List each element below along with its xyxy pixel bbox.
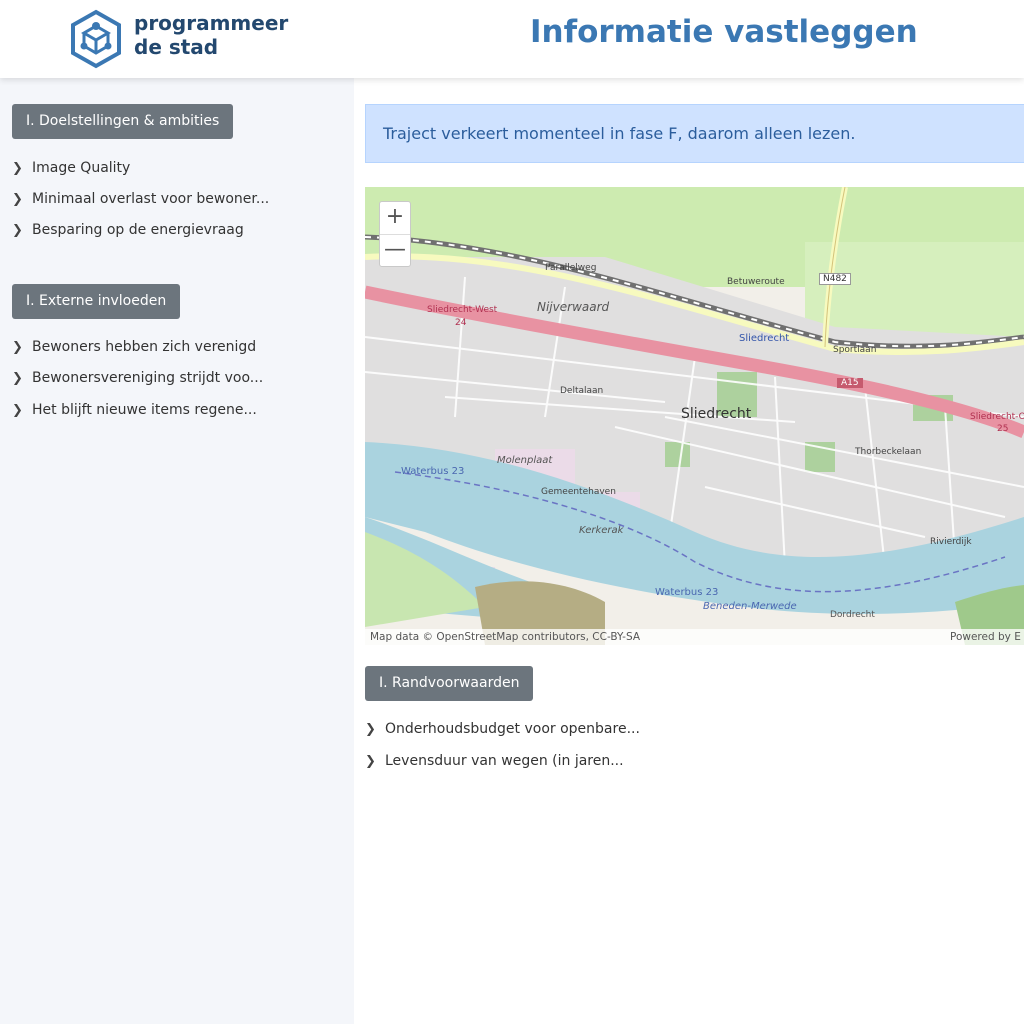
map-label-district: Kerkerak [579,525,624,536]
chevron-right-icon: ❯ [12,402,23,418]
section-button-externe-invloeden[interactable]: I. Externe invloeden [12,284,181,319]
sidebar-item[interactable]: ❯ Image Quality [12,158,130,178]
page-title: Informatie vastleggen [530,14,918,50]
section-item-label: Onderhoudsbudget voor openbare... [385,721,640,737]
map-label-road: Sportlaan [833,345,877,355]
map-label-station: Sliedrecht-O [970,412,1024,422]
chevron-right-icon: ❯ [365,721,376,737]
map-label-road-number: N482 [819,273,851,285]
map-label-ferry: Waterbus 23 [401,466,465,477]
logo-line1: programmeer [134,11,289,35]
attribution-text[interactable]: Map data © OpenStreetMap contributors, C… [370,629,640,645]
sidebar-item-label: Het blijft nieuwe items regene... [32,402,257,418]
map-label-station: Sliedrecht-West [427,305,498,315]
sidebar-item[interactable]: ❯ Het blijft nieuwe items regene... [12,400,257,420]
map-attribution: Map data © OpenStreetMap contributors, C… [365,629,1024,645]
chevron-right-icon: ❯ [12,339,23,355]
chevron-right-icon: ❯ [12,370,23,386]
map-label-road: Betuweroute [727,277,785,287]
readonly-alert: Traject verkeert momenteel in fase F, da… [365,104,1024,163]
sidebar-item-label: Bewonersvereniging strijdt voo... [32,370,264,386]
sidebar-item[interactable]: ❯ Bewonersvereniging strijdt voo... [12,368,263,388]
chevron-right-icon: ❯ [365,753,376,769]
chevron-right-icon: ❯ [12,222,23,238]
map-label-exit: 25 [997,424,1009,434]
app-header: programmeer de stad Informatie vastlegge… [0,0,1024,78]
sidebar-item[interactable]: ❯ Minimaal overlast voor bewoner... [12,189,269,209]
sidebar-item[interactable]: ❯ Bewoners hebben zich verenigd [12,337,256,357]
sidebar: I. Doelstellingen & ambities ❯ Image Qua… [0,78,354,1024]
powered-by-text[interactable]: Powered by E [950,629,1021,645]
section-item[interactable]: ❯ Levensduur van wegen (in jaren... [365,751,624,771]
section-button-doelstellingen[interactable]: I. Doelstellingen & ambities [12,104,234,139]
logo-text[interactable]: programmeer de stad [134,11,288,59]
sidebar-item-label: Besparing op de energievraag [32,222,244,238]
map[interactable]: + — Sliedrecht Nijverwaard Molenplaat Ke… [365,187,1024,645]
sidebar-item-label: Minimaal overlast voor bewoner... [32,191,270,207]
map-label-road: Rivierdijk [930,537,972,547]
map-label-city: Sliedrecht [681,406,752,422]
logo-icon[interactable] [68,9,124,69]
map-label-road: Deltalaan [560,386,604,396]
map-label-road-number: A15 [837,378,863,388]
logo-line2: de stad [134,35,219,59]
map-label-road: Thorbeckelaan [855,447,922,457]
chevron-right-icon: ❯ [12,160,23,176]
map-label-town: Dordrecht [830,610,875,620]
map-label-river: Beneden-Merwede [703,601,797,612]
sidebar-item-label: Bewoners hebben zich verenigd [32,339,257,355]
chevron-right-icon: ❯ [12,191,23,207]
map-label-road: Parallelweg [545,263,597,273]
map-zoom-control: + — [379,201,411,267]
sidebar-item-label: Image Quality [32,160,131,176]
map-label-ferry: Waterbus 23 [655,587,719,598]
sidebar-item[interactable]: ❯ Besparing op de energievraag [12,220,244,240]
map-label-district: Molenplaat [497,455,553,466]
section-button-randvoorwaarden[interactable]: I. Randvoorwaarden [365,666,534,701]
zoom-out-button[interactable]: — [380,235,410,267]
section-item[interactable]: ❯ Onderhoudsbudget voor openbare... [365,719,640,739]
map-label-road: Gemeentehaven [541,487,616,497]
zoom-in-button[interactable]: + [380,202,410,235]
section-item-label: Levensduur van wegen (in jaren... [385,753,624,769]
map-label-district: Nijverwaard [537,300,610,314]
map-label-station: Sliedrecht [739,333,790,344]
map-label-exit: 24 [455,318,467,328]
